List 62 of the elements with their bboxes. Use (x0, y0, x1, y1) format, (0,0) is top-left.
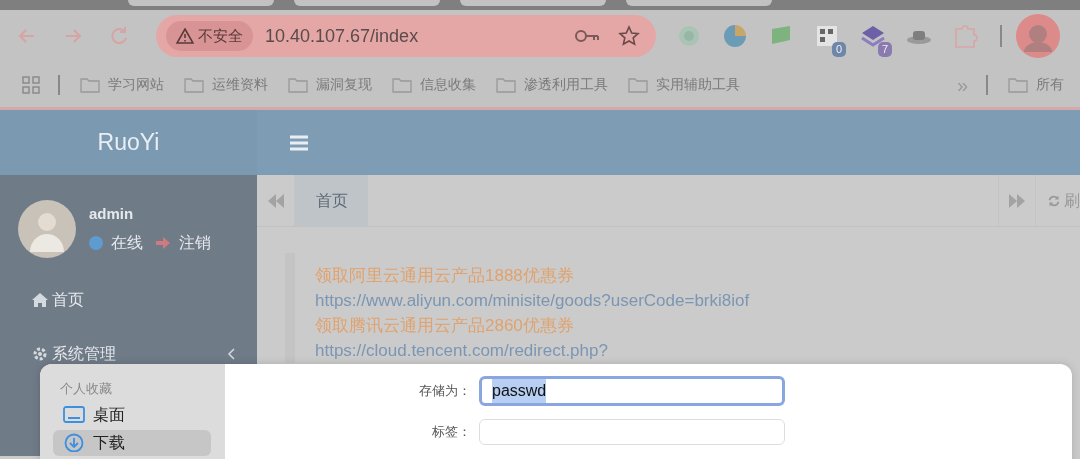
menu-icon[interactable] (290, 135, 308, 151)
gear-icon (32, 346, 48, 362)
sidebar-location[interactable]: 下载 (53, 429, 211, 456)
overflow-chevron[interactable]: » (956, 69, 968, 100)
browser-tab[interactable] (626, 0, 772, 6)
link-text[interactable]: https://cloud.tencent.com/redirect.php? (315, 338, 1080, 363)
folder-icon (392, 75, 412, 94)
field-label: 存储为： (418, 382, 472, 401)
bookmark-folder[interactable]: 漏洞复现 (288, 74, 372, 95)
bookmark-folder[interactable]: 渗透利用工具 (496, 74, 608, 95)
browser-tab[interactable] (460, 0, 606, 6)
key-icon[interactable] (574, 28, 600, 44)
sidebar-menu-item[interactable]: 系统管理 (0, 327, 257, 381)
address-bar[interactable]: 不安全 10.40.107.67/index (156, 15, 656, 57)
folder-icon (80, 75, 100, 94)
security-chip[interactable]: 不安全 (166, 20, 253, 52)
double-left-icon (267, 193, 284, 208)
double-right-icon (1009, 193, 1025, 208)
folder-icon (288, 75, 308, 94)
star-icon[interactable] (618, 25, 640, 47)
bookmark-folder[interactable]: 学习网站 (80, 74, 164, 95)
status-text: 在线 (111, 233, 143, 254)
folder-icon (184, 75, 204, 94)
link-text[interactable]: https://www.aliyun.com/minisite/goods?userCode=brki8iof (315, 288, 1080, 313)
user-name: admin (89, 203, 135, 224)
page-tab[interactable]: 首页 (295, 175, 368, 226)
bookmark-folder[interactable]: 运维资料 (184, 74, 268, 95)
logout-link[interactable]: 注销 (179, 231, 211, 256)
tags-field[interactable] (479, 419, 785, 445)
folder-icon (628, 75, 648, 94)
filename-field[interactable]: passwd (479, 376, 785, 406)
folder-icon (1008, 75, 1028, 94)
section-heading: 个人收藏 (59, 380, 113, 398)
sidebar-location[interactable]: 桌面 (53, 401, 211, 428)
home-icon (32, 292, 48, 308)
bookmark-folder[interactable]: 信息收集 (392, 74, 476, 95)
url-text: 10.40.107.67/index (265, 24, 420, 48)
circle-icon[interactable] (676, 23, 702, 49)
user-avatar (18, 200, 76, 258)
logo-text: RuoYi (97, 128, 160, 158)
field-label: 标签： (431, 423, 472, 442)
sidebar-menu-item[interactable]: 首页 (0, 273, 257, 327)
bookmark-folder[interactable]: 所有 (1008, 74, 1064, 95)
bookmark-folder[interactable]: 实用辅助工具 (628, 74, 740, 95)
logout-icon[interactable] (155, 236, 171, 251)
warning-icon (176, 28, 194, 44)
browser-tab[interactable] (294, 0, 440, 6)
promo-text: 领取腾讯云通用云产品2860优惠券 (315, 315, 575, 337)
pie-icon[interactable] (722, 23, 748, 49)
apps-icon[interactable] (22, 75, 40, 94)
profile-avatar[interactable] (1016, 14, 1060, 58)
count-badge: 7 (877, 42, 892, 57)
count-badge: 0 (831, 42, 846, 57)
desktop-icon (63, 405, 85, 424)
online-status-dot (89, 236, 103, 251)
download-icon (63, 433, 85, 452)
folder-icon (496, 75, 516, 94)
promo-text: 领取阿里云通用云产品1888优惠券 (315, 265, 575, 287)
scroll-right-button[interactable] (998, 175, 1036, 226)
chevron-icon (227, 348, 235, 360)
browser-tab[interactable] (128, 0, 274, 6)
puzzle-icon[interactable] (952, 23, 978, 49)
